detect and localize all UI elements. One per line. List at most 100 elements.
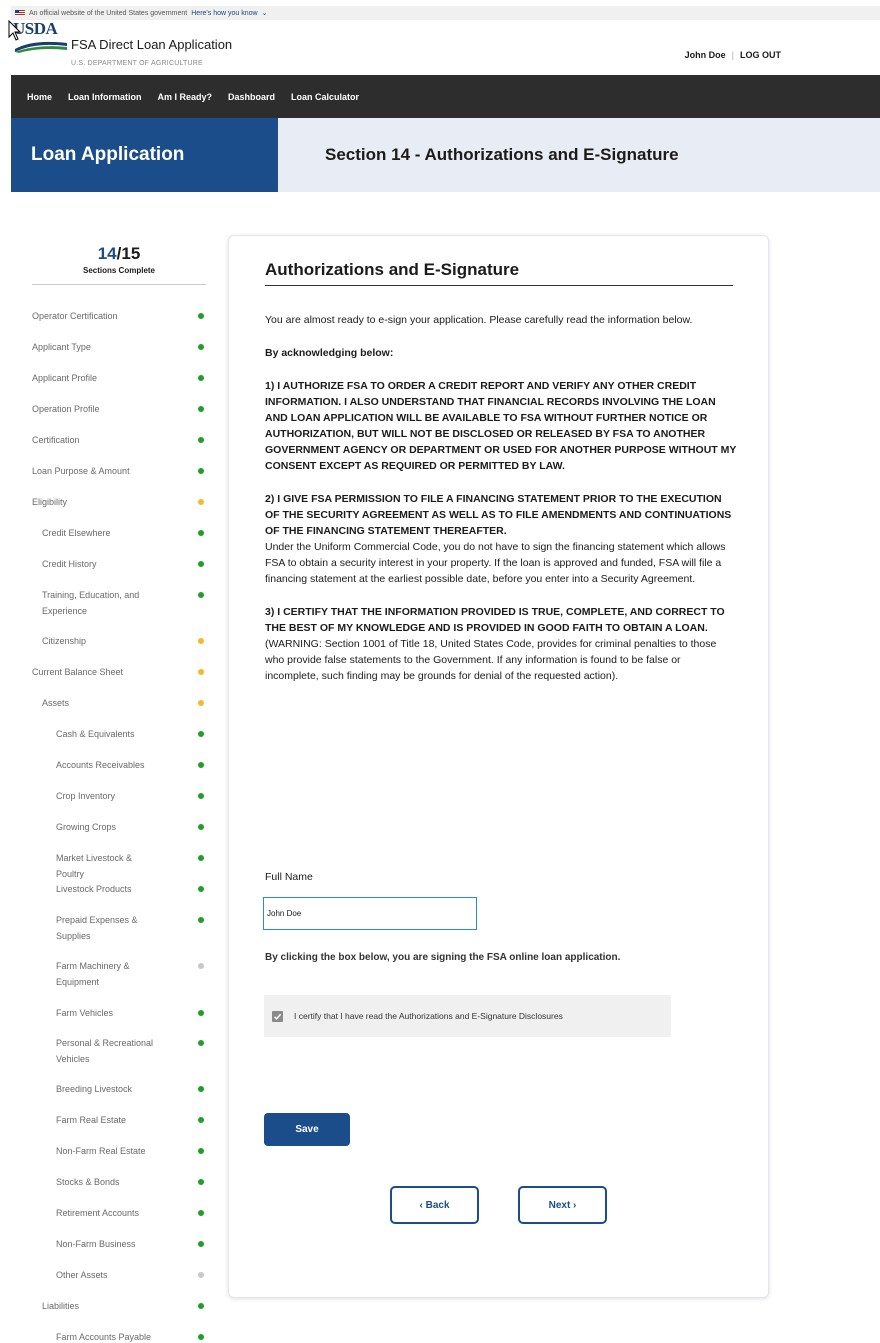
sidebar-item[interactable]: Retirement Accounts	[32, 1205, 212, 1221]
sidebar-item-label: Credit Elsewhere	[42, 528, 111, 538]
sidebar-item[interactable]: Other Assets	[32, 1267, 212, 1283]
authorization-2-text: 2) I GIVE FSA PERMISSION TO FILE A FINAN…	[265, 493, 732, 537]
gov-banner-text: An official website of the United States…	[29, 9, 188, 17]
progress-divider	[32, 284, 206, 285]
sidebar-item[interactable]: Training, Education, and Experience	[32, 587, 212, 619]
status-dot-icon	[198, 1334, 204, 1340]
sidebar-item[interactable]: Operator Certification	[32, 308, 212, 324]
nav-dashboard[interactable]: Dashboard	[228, 92, 275, 102]
authorization-2: 2) I GIVE FSA PERMISSION TO FILE A FINAN…	[265, 491, 737, 587]
user-name[interactable]: John Doe	[685, 50, 726, 60]
sidebar-item-label: Farm Vehicles	[56, 1008, 114, 1018]
certify-checkbox-row[interactable]: I certify that I have read the Authoriza…	[264, 995, 671, 1037]
sidebar-item[interactable]: Certification	[32, 432, 212, 448]
status-dot-icon	[198, 561, 204, 567]
sidebar-item[interactable]: Assets	[32, 695, 212, 711]
sidebar-item-label: Breeding Livestock	[56, 1084, 133, 1094]
how-you-know-link[interactable]: Here's how you know	[191, 10, 257, 17]
sidebar-item-label: Farm Accounts Payable	[56, 1332, 152, 1342]
status-dot-icon	[198, 669, 204, 675]
full-name-input[interactable]	[263, 897, 477, 930]
sidebar-item[interactable]: Farm Vehicles	[32, 1005, 212, 1021]
certify-checkbox[interactable]	[272, 1010, 283, 1022]
sidebar-item[interactable]: Loan Purpose & Amount	[32, 463, 212, 479]
progress-count: 14/15	[32, 244, 206, 264]
chevron-down-icon[interactable]: ⌄	[262, 9, 268, 17]
gov-banner: An official website of the United States…	[11, 6, 880, 20]
status-dot-icon	[198, 638, 204, 644]
nav-loan-information[interactable]: Loan Information	[68, 92, 142, 102]
sidebar-item-label: Retirement Accounts	[56, 1208, 140, 1218]
us-flag-icon	[15, 10, 25, 16]
sidebar-item[interactable]: Accounts Receivables	[32, 757, 212, 773]
sidebar-item[interactable]: Farm Accounts Payable	[32, 1329, 212, 1343]
progress-done: 14	[97, 244, 117, 263]
certify-label: I certify that I have read the Authoriza…	[294, 1011, 563, 1021]
sidebar-item-label: Cash & Equivalents	[56, 729, 135, 739]
sidebar-item[interactable]: Market Livestock & Poultry	[32, 850, 212, 882]
sidebar-item[interactable]: Stocks & Bonds	[32, 1174, 212, 1190]
full-name-label: Full Name	[265, 871, 313, 883]
sidebar-item[interactable]: Personal & Recreational Vehicles	[32, 1035, 212, 1067]
status-dot-icon	[198, 1148, 204, 1154]
sidebar-item[interactable]: Eligibility	[32, 494, 212, 510]
sidebar-item-label: Farm Machinery & Equipment	[56, 961, 130, 987]
ack-heading: By acknowledging below:	[265, 347, 394, 359]
sidebar-item[interactable]: Cash & Equivalents	[32, 726, 212, 742]
status-dot-icon	[198, 530, 204, 536]
sidebar-item[interactable]: Crop Inventory	[32, 788, 212, 804]
logout-link[interactable]: LOG OUT	[740, 50, 781, 60]
sidebar-item[interactable]: Non-Farm Real Estate	[32, 1143, 212, 1159]
sidebar-item[interactable]: Farm Real Estate	[32, 1112, 212, 1128]
status-dot-icon	[198, 344, 204, 350]
sidebar-item-label: Prepaid Expenses & Supplies	[56, 915, 138, 941]
status-dot-icon	[198, 1210, 204, 1216]
sidebar-item[interactable]: Growing Crops	[32, 819, 212, 835]
status-dot-icon	[198, 1241, 204, 1247]
authorization-3-detail: (WARNING: Section 1001 of Title 18, Unit…	[265, 638, 717, 682]
authorization-3-text: 3) I CERTIFY THAT THE INFORMATION PROVID…	[265, 606, 725, 634]
sidebar-item-label: Citizenship	[42, 636, 87, 646]
sidebar-item-label: Personal & Recreational Vehicles	[56, 1038, 154, 1064]
sidebar-item[interactable]: Operation Profile	[32, 401, 212, 417]
checkmark-icon	[273, 1013, 282, 1020]
sidebar-item-label: Farm Real Estate	[56, 1115, 127, 1125]
status-dot-icon	[198, 793, 204, 799]
card-title: Authorizations and E-Signature	[265, 260, 520, 279]
status-dot-icon	[198, 855, 204, 861]
back-button[interactable]: ‹ Back	[390, 1186, 479, 1224]
sidebar-item[interactable]: Credit History	[32, 556, 212, 572]
sidebar-item-label: Market Livestock & Poultry	[56, 853, 133, 879]
sidebar-item-label: Livestock Products	[56, 884, 132, 894]
sign-note: By clicking the box below, you are signi…	[265, 952, 621, 963]
status-dot-icon	[198, 592, 204, 598]
sidebar-item[interactable]: Applicant Profile	[32, 370, 212, 386]
status-dot-icon	[198, 406, 204, 412]
sidebar-item[interactable]: Liabilities	[32, 1298, 212, 1314]
sidebar-item-label: Certification	[32, 435, 80, 445]
sidebar-item[interactable]: Livestock Products	[32, 881, 212, 897]
status-dot-icon	[198, 1303, 204, 1309]
sidebar-item-label: Credit History	[42, 559, 97, 569]
save-button[interactable]: Save	[264, 1113, 350, 1146]
sidebar-item[interactable]: Applicant Type	[32, 339, 212, 355]
sidebar-item[interactable]: Citizenship	[32, 633, 212, 649]
sidebar-item[interactable]: Non-Farm Business	[32, 1236, 212, 1252]
intro-text: You are almost ready to e-sign your appl…	[265, 314, 693, 326]
section-sidebar: 14/15 Sections Complete Operator Certifi…	[32, 244, 212, 1342]
sidebar-item-label: Non-Farm Business	[56, 1239, 136, 1249]
nav-am-i-ready[interactable]: Am I Ready?	[158, 92, 213, 102]
sidebar-item[interactable]: Current Balance Sheet	[32, 664, 212, 680]
sidebar-item[interactable]: Prepaid Expenses & Supplies	[32, 912, 212, 944]
status-dot-icon	[198, 468, 204, 474]
next-button[interactable]: Next ›	[518, 1186, 607, 1224]
status-dot-icon	[198, 1117, 204, 1123]
sidebar-item[interactable]: Breeding Livestock	[32, 1081, 212, 1097]
sidebar-item[interactable]: Credit Elsewhere	[32, 525, 212, 541]
sidebar-item[interactable]: Farm Machinery & Equipment	[32, 958, 212, 990]
nav-home[interactable]: Home	[27, 92, 52, 102]
sidebar-item-label: Operation Profile	[32, 404, 100, 414]
sidebar-item-label: Operator Certification	[32, 311, 118, 321]
nav-loan-calculator[interactable]: Loan Calculator	[291, 92, 359, 102]
sidebar-item-label: Liabilities	[42, 1301, 80, 1311]
